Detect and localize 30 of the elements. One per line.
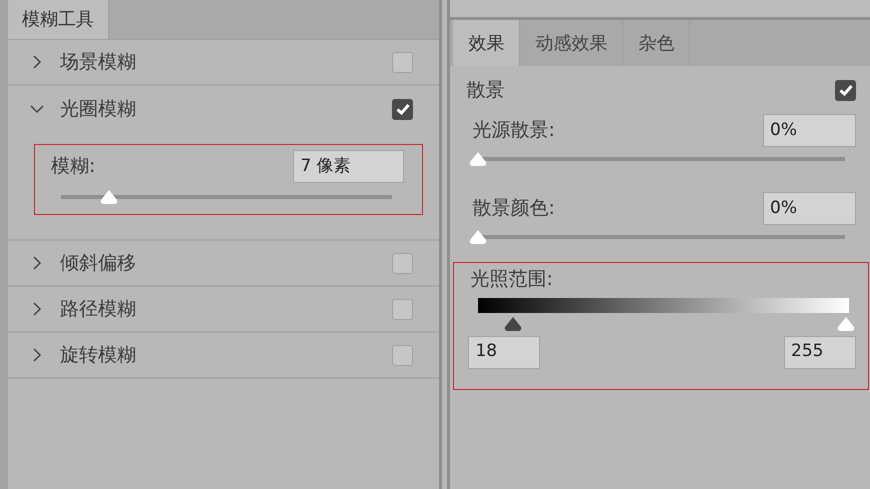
checkbox[interactable]: [835, 80, 856, 100]
checkbox[interactable]: [392, 52, 414, 72]
section-label[interactable]: 场景模糊: [60, 48, 392, 76]
section-label: 散景: [466, 78, 504, 103]
value-field[interactable]: 0%: [763, 114, 856, 147]
checkbox[interactable]: [392, 252, 414, 274]
slider-thumb[interactable]: [468, 151, 488, 167]
section-label[interactable]: 光圈模糊: [60, 94, 392, 124]
value-field[interactable]: 0%: [763, 192, 856, 225]
field-label: 光源散景:: [472, 118, 555, 144]
field-label: 光照范围:: [470, 268, 553, 290]
section-label[interactable]: 路径模糊: [60, 294, 392, 324]
checkbox[interactable]: [392, 98, 414, 120]
checkbox[interactable]: [392, 344, 414, 366]
value-field[interactable]: 18: [468, 336, 540, 368]
slider-thumb[interactable]: [468, 229, 488, 245]
slider-thumb[interactable]: [836, 316, 856, 332]
slider-thumb[interactable]: [502, 316, 523, 332]
slider-thumb[interactable]: [99, 189, 120, 205]
field-label: 模糊:: [51, 154, 96, 180]
check-icon: [838, 84, 852, 96]
field-label: 散景颜色:: [472, 196, 555, 222]
section-label[interactable]: 旋转模糊: [60, 340, 392, 370]
tab[interactable]: 模糊工具: [8, 0, 109, 39]
section-label[interactable]: 倾斜偏移: [60, 248, 392, 278]
value-field[interactable]: 7 像素: [293, 150, 404, 183]
value-field[interactable]: 255: [784, 336, 856, 368]
check-icon: [396, 103, 410, 115]
tab[interactable]: 效果: [453, 20, 520, 66]
checkbox[interactable]: [392, 298, 414, 320]
